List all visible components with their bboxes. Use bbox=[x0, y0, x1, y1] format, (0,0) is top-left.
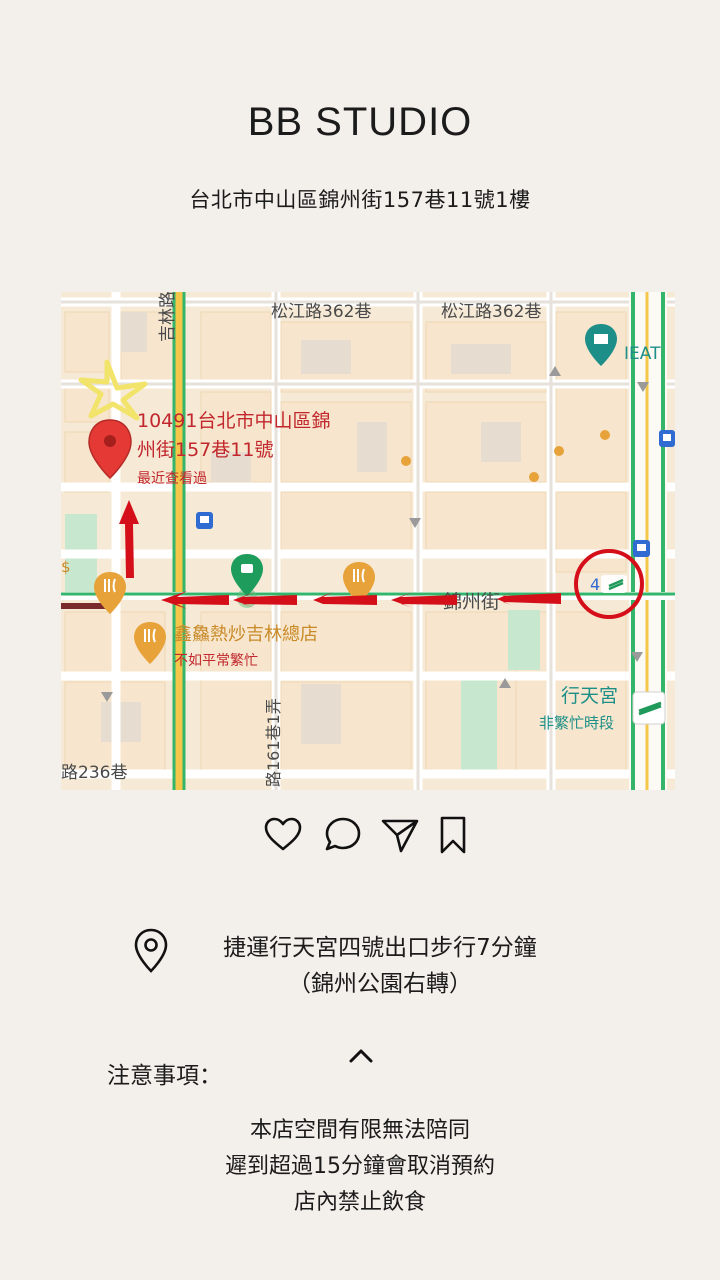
restaurant-sub-label: 不如平常繁忙 bbox=[174, 653, 258, 669]
road-label: 松江路362巷 bbox=[441, 302, 541, 322]
bus-stop-icon[interactable] bbox=[196, 512, 213, 529]
road-label: 松江路362巷 bbox=[271, 302, 371, 322]
notice-item: 遲到超過15分鐘會取消預約 bbox=[225, 1154, 495, 1179]
poi-label: IEAT bbox=[624, 344, 661, 364]
notice-item: 本店空間有限無法陪同 bbox=[249, 1118, 470, 1143]
post-actions bbox=[263, 815, 473, 855]
station-label: 行天宮 bbox=[561, 685, 618, 707]
mrt-station-icon[interactable] bbox=[632, 691, 666, 725]
notice-item: 店內禁止飲食 bbox=[293, 1190, 426, 1215]
destination-label: 10491台北市中山區錦 bbox=[137, 410, 330, 432]
send-icon[interactable] bbox=[380, 815, 420, 855]
station-sub-label: 非繁忙時段 bbox=[539, 714, 614, 732]
map-image[interactable]: 松江路362巷 松江路362巷 錦州街 路236巷 吉林路 路161巷1弄 10… bbox=[61, 292, 675, 790]
bus-stop-icon[interactable] bbox=[659, 430, 675, 447]
heart-icon[interactable] bbox=[263, 815, 303, 855]
directions-text: 捷運行天宮四號出口步行7分鐘 （錦州公園右轉） bbox=[190, 930, 570, 1002]
directions-line: 捷運行天宮四號出口步行7分鐘 bbox=[223, 935, 537, 961]
destination-label: 州街157巷11號 bbox=[137, 439, 273, 461]
notice-list: 本店空間有限無法陪同 遲到超過15分鐘會取消預約 店內禁止飲食 bbox=[160, 1113, 560, 1221]
location-pin-icon bbox=[134, 928, 168, 973]
road-label: 路236巷 bbox=[61, 763, 127, 783]
studio-address: 台北市中山區錦州街157巷11號1樓 bbox=[189, 188, 531, 212]
directions-line: （錦州公園右轉） bbox=[288, 971, 472, 997]
restaurant-label: 鑫鱻熱炒吉林總店 bbox=[174, 624, 318, 645]
chevron-up-icon[interactable] bbox=[346, 1046, 376, 1066]
comment-icon[interactable] bbox=[323, 815, 363, 855]
destination-sub-label: 最近查看過 bbox=[137, 471, 207, 487]
bookmark-icon[interactable] bbox=[433, 815, 473, 855]
price-fragment: $ bbox=[61, 558, 71, 576]
road-label: 路161巷1弄 bbox=[264, 698, 283, 787]
exit-number: 4 bbox=[590, 575, 600, 594]
notice-heading: 注意事項： bbox=[107, 1063, 222, 1089]
page-title: BB STUDIO bbox=[247, 100, 473, 144]
bus-stop-icon[interactable] bbox=[633, 540, 650, 557]
road-label: 吉林路 bbox=[158, 292, 178, 342]
